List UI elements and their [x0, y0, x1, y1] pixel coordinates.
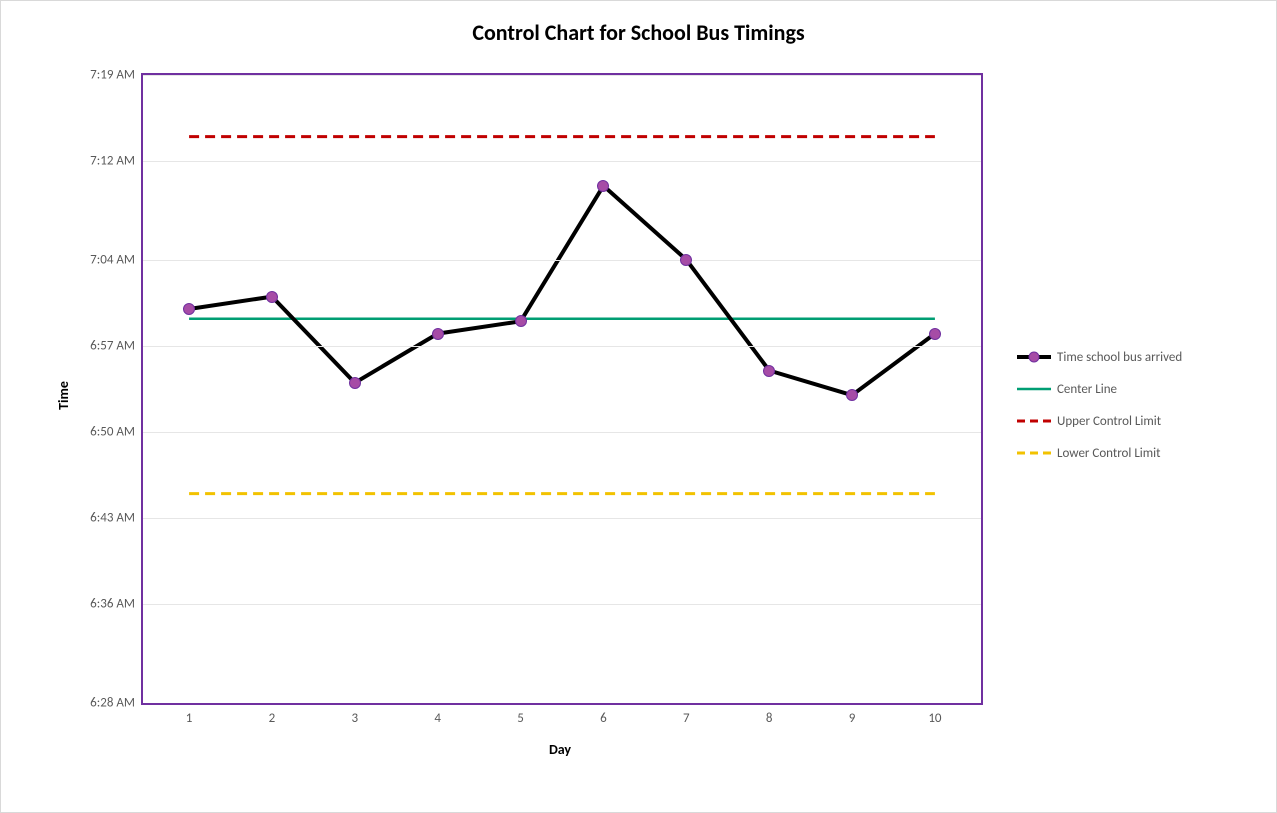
data-point-marker [266, 291, 278, 303]
y-tick-label: 6:57 AM [90, 338, 143, 353]
legend-item: Time school bus arrived [1017, 341, 1182, 373]
x-tick-label: 1 [186, 703, 193, 726]
gridline [143, 518, 981, 519]
data-point-marker [183, 303, 195, 315]
y-tick-label: 6:28 AM [90, 696, 143, 711]
data-point-marker [763, 365, 775, 377]
x-axis-title: Day [549, 741, 571, 758]
gridline [143, 161, 981, 162]
data-point-marker [597, 180, 609, 192]
legend-item: Lower Control Limit [1017, 437, 1182, 469]
y-tick-label: 6:36 AM [90, 597, 143, 612]
y-tick-label: 7:12 AM [90, 154, 143, 169]
legend: Time school bus arrived Center Line Upper … [1017, 341, 1182, 469]
x-tick-label: 2 [269, 703, 276, 726]
x-tick-label: 4 [434, 703, 441, 726]
gridline [143, 604, 981, 605]
legend-swatch [1017, 382, 1051, 396]
plot-area: 6:28 AM6:36 AM6:43 AM6:50 AM6:57 AM7:04 … [141, 73, 983, 705]
x-tick-label: 5 [517, 703, 524, 726]
legend-label: Upper Control Limit [1057, 414, 1161, 429]
legend-label: Time school bus arrived [1057, 350, 1182, 365]
legend-item: Center Line [1017, 373, 1182, 405]
legend-label: Center Line [1057, 382, 1117, 397]
data-series-line [189, 186, 935, 395]
x-tick-label: 7 [683, 703, 690, 726]
y-tick-label: 6:50 AM [90, 425, 143, 440]
x-tick-label: 10 [928, 703, 941, 726]
data-point-marker [432, 328, 444, 340]
data-point-marker [680, 254, 692, 266]
gridline [143, 346, 981, 347]
legend-swatch [1017, 414, 1051, 428]
gridline [143, 432, 981, 433]
legend-swatch [1017, 446, 1051, 460]
gridline [143, 75, 981, 76]
gridline [143, 260, 981, 261]
x-tick-label: 9 [849, 703, 856, 726]
legend-label: Lower Control Limit [1057, 446, 1161, 461]
x-tick-label: 6 [600, 703, 607, 726]
legend-item: Upper Control Limit [1017, 405, 1182, 437]
y-axis-title: Time [55, 381, 72, 410]
chart-title: Control Chart for School Bus Timings [1, 19, 1276, 46]
data-point-marker [515, 315, 527, 327]
x-tick-label: 8 [766, 703, 773, 726]
data-point-marker [846, 389, 858, 401]
data-point-marker [349, 377, 361, 389]
y-tick-label: 6:43 AM [90, 511, 143, 526]
chart-svg [143, 75, 981, 703]
y-tick-label: 7:19 AM [90, 68, 143, 83]
legend-swatch [1017, 350, 1051, 364]
y-tick-label: 7:04 AM [90, 252, 143, 267]
chart-container: Control Chart for School Bus Timings Tim… [0, 0, 1277, 813]
data-point-marker [929, 328, 941, 340]
x-tick-label: 3 [352, 703, 359, 726]
